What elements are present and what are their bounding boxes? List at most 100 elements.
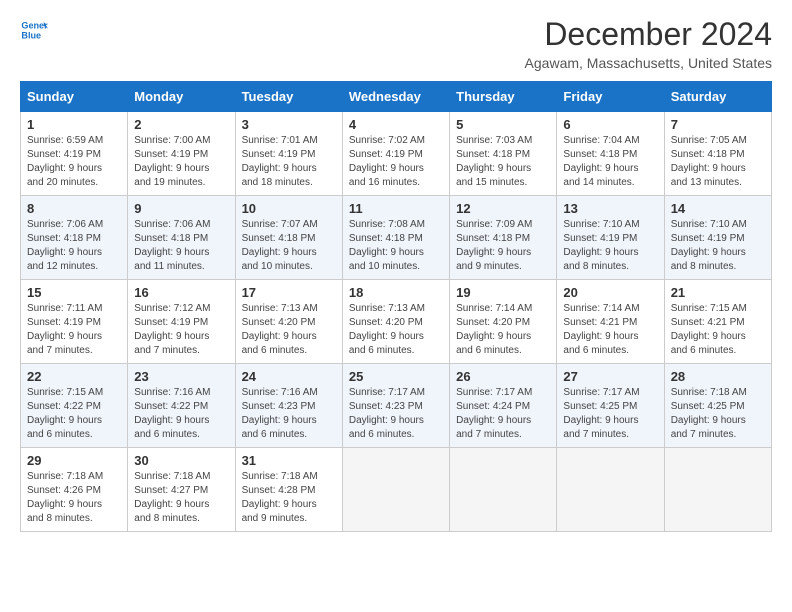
day-number: 30 xyxy=(134,453,228,468)
calendar-cell: 29 Sunrise: 7:18 AMSunset: 4:26 PMDayligh… xyxy=(21,448,128,532)
calendar-cell xyxy=(557,448,664,532)
day-info: Sunrise: 7:18 AMSunset: 4:27 PMDaylight:… xyxy=(134,470,228,526)
calendar-table: SundayMondayTuesdayWednesdayThursdayFrid… xyxy=(20,81,772,532)
day-number: 28 xyxy=(671,369,765,384)
day-number: 9 xyxy=(134,201,228,216)
calendar-cell xyxy=(342,448,449,532)
day-number: 16 xyxy=(134,285,228,300)
calendar-cell: 4 Sunrise: 7:02 AMSunset: 4:19 PMDaylight… xyxy=(342,112,449,196)
day-info: Sunrise: 6:59 AMSunset: 4:19 PMDaylight:… xyxy=(27,134,121,190)
day-number: 10 xyxy=(242,201,336,216)
day-info: Sunrise: 7:11 AMSunset: 4:19 PMDaylight:… xyxy=(27,302,121,358)
page-subtitle: Agawam, Massachusetts, United States xyxy=(525,55,772,71)
calendar-cell: 30 Sunrise: 7:18 AMSunset: 4:27 PMDayligh… xyxy=(128,448,235,532)
weekday-header-thursday: Thursday xyxy=(450,82,557,112)
day-info: Sunrise: 7:06 AMSunset: 4:18 PMDaylight:… xyxy=(134,218,228,274)
calendar-cell: 25 Sunrise: 7:17 AMSunset: 4:23 PMDayligh… xyxy=(342,364,449,448)
calendar-week-row: 15 Sunrise: 7:11 AMSunset: 4:19 PMDayligh… xyxy=(21,280,772,364)
calendar-cell: 1Sunrise: 6:59 AMSunset: 4:19 PMDaylight… xyxy=(21,112,128,196)
page-title: December 2024 xyxy=(525,16,772,53)
day-number: 15 xyxy=(27,285,121,300)
calendar-week-row: 8 Sunrise: 7:06 AMSunset: 4:18 PMDaylight… xyxy=(21,196,772,280)
day-info: Sunrise: 7:16 AMSunset: 4:22 PMDaylight:… xyxy=(134,386,228,442)
day-number: 25 xyxy=(349,369,443,384)
calendar-cell: 3 Sunrise: 7:01 AMSunset: 4:19 PMDaylight… xyxy=(235,112,342,196)
calendar-cell: 13Sunrise: 7:10 AMSunset: 4:19 PMDayligh… xyxy=(557,196,664,280)
day-number: 8 xyxy=(27,201,121,216)
day-info: Sunrise: 7:01 AMSunset: 4:19 PMDaylight:… xyxy=(242,134,336,190)
day-info: Sunrise: 7:12 AMSunset: 4:19 PMDaylight:… xyxy=(134,302,228,358)
calendar-cell: 9 Sunrise: 7:06 AMSunset: 4:18 PMDaylight… xyxy=(128,196,235,280)
calendar-cell: 23Sunrise: 7:16 AMSunset: 4:22 PMDayligh… xyxy=(128,364,235,448)
calendar-cell: 17 Sunrise: 7:13 AMSunset: 4:20 PMDayligh… xyxy=(235,280,342,364)
day-number: 2 xyxy=(134,117,228,132)
calendar-cell: 16 Sunrise: 7:12 AMSunset: 4:19 PMDayligh… xyxy=(128,280,235,364)
day-info: Sunrise: 7:17 AMSunset: 4:23 PMDaylight:… xyxy=(349,386,443,442)
weekday-header-friday: Friday xyxy=(557,82,664,112)
calendar-cell: 6 Sunrise: 7:04 AMSunset: 4:18 PMDaylight… xyxy=(557,112,664,196)
svg-text:Blue: Blue xyxy=(21,30,41,40)
calendar-week-row: 22 Sunrise: 7:15 AMSunset: 4:22 PMDayligh… xyxy=(21,364,772,448)
day-number: 6 xyxy=(563,117,657,132)
day-info: Sunrise: 7:13 AMSunset: 4:20 PMDaylight:… xyxy=(242,302,336,358)
day-info: Sunrise: 7:05 AMSunset: 4:18 PMDaylight:… xyxy=(671,134,765,190)
day-number: 4 xyxy=(349,117,443,132)
day-info: Sunrise: 7:03 AMSunset: 4:18 PMDaylight:… xyxy=(456,134,550,190)
day-number: 19 xyxy=(456,285,550,300)
day-number: 12 xyxy=(456,201,550,216)
calendar-cell: 20 Sunrise: 7:14 AMSunset: 4:21 PMDayligh… xyxy=(557,280,664,364)
day-number: 17 xyxy=(242,285,336,300)
calendar-cell: 27 Sunrise: 7:17 AMSunset: 4:25 PMDayligh… xyxy=(557,364,664,448)
day-info: Sunrise: 7:18 AMSunset: 4:28 PMDaylight:… xyxy=(242,470,336,526)
weekday-header-monday: Monday xyxy=(128,82,235,112)
day-number: 27 xyxy=(563,369,657,384)
calendar-cell: 14 Sunrise: 7:10 AMSunset: 4:19 PMDayligh… xyxy=(664,196,771,280)
day-number: 24 xyxy=(242,369,336,384)
calendar-cell: 2Sunrise: 7:00 AMSunset: 4:19 PMDaylight… xyxy=(128,112,235,196)
calendar-cell: 22 Sunrise: 7:15 AMSunset: 4:22 PMDayligh… xyxy=(21,364,128,448)
page-header: General Blue December 2024 Agawam, Massa… xyxy=(20,16,772,71)
day-number: 11 xyxy=(349,201,443,216)
day-info: Sunrise: 7:07 AMSunset: 4:18 PMDaylight:… xyxy=(242,218,336,274)
calendar-week-row: 29 Sunrise: 7:18 AMSunset: 4:26 PMDayligh… xyxy=(21,448,772,532)
calendar-cell: 7Sunrise: 7:05 AMSunset: 4:18 PMDaylight… xyxy=(664,112,771,196)
calendar-cell xyxy=(664,448,771,532)
day-info: Sunrise: 7:14 AMSunset: 4:21 PMDaylight:… xyxy=(563,302,657,358)
day-info: Sunrise: 7:15 AMSunset: 4:21 PMDaylight:… xyxy=(671,302,765,358)
day-info: Sunrise: 7:17 AMSunset: 4:25 PMDaylight:… xyxy=(563,386,657,442)
day-info: Sunrise: 7:02 AMSunset: 4:19 PMDaylight:… xyxy=(349,134,443,190)
calendar-cell: 26Sunrise: 7:17 AMSunset: 4:24 PMDayligh… xyxy=(450,364,557,448)
day-number: 22 xyxy=(27,369,121,384)
day-number: 3 xyxy=(242,117,336,132)
day-number: 21 xyxy=(671,285,765,300)
calendar-cell: 24Sunrise: 7:16 AMSunset: 4:23 PMDayligh… xyxy=(235,364,342,448)
day-info: Sunrise: 7:09 AMSunset: 4:18 PMDaylight:… xyxy=(456,218,550,274)
calendar-cell: 8 Sunrise: 7:06 AMSunset: 4:18 PMDaylight… xyxy=(21,196,128,280)
calendar-cell xyxy=(450,448,557,532)
calendar-cell: 31Sunrise: 7:18 AMSunset: 4:28 PMDayligh… xyxy=(235,448,342,532)
calendar-cell: 12 Sunrise: 7:09 AMSunset: 4:18 PMDayligh… xyxy=(450,196,557,280)
day-info: Sunrise: 7:14 AMSunset: 4:20 PMDaylight:… xyxy=(456,302,550,358)
calendar-cell: 15 Sunrise: 7:11 AMSunset: 4:19 PMDayligh… xyxy=(21,280,128,364)
weekday-header-wednesday: Wednesday xyxy=(342,82,449,112)
day-info: Sunrise: 7:10 AMSunset: 4:19 PMDaylight:… xyxy=(563,218,657,274)
calendar-week-row: 1Sunrise: 6:59 AMSunset: 4:19 PMDaylight… xyxy=(21,112,772,196)
weekday-header-sunday: Sunday xyxy=(21,82,128,112)
day-number: 29 xyxy=(27,453,121,468)
day-info: Sunrise: 7:10 AMSunset: 4:19 PMDaylight:… xyxy=(671,218,765,274)
day-info: Sunrise: 7:13 AMSunset: 4:20 PMDaylight:… xyxy=(349,302,443,358)
calendar-cell: 19 Sunrise: 7:14 AMSunset: 4:20 PMDayligh… xyxy=(450,280,557,364)
title-block: December 2024 Agawam, Massachusetts, Uni… xyxy=(525,16,772,71)
calendar-cell: 11 Sunrise: 7:08 AMSunset: 4:18 PMDayligh… xyxy=(342,196,449,280)
day-number: 14 xyxy=(671,201,765,216)
day-info: Sunrise: 7:18 AMSunset: 4:25 PMDaylight:… xyxy=(671,386,765,442)
day-number: 20 xyxy=(563,285,657,300)
day-info: Sunrise: 7:08 AMSunset: 4:18 PMDaylight:… xyxy=(349,218,443,274)
day-info: Sunrise: 7:18 AMSunset: 4:26 PMDaylight:… xyxy=(27,470,121,526)
logo-icon: General Blue xyxy=(20,16,48,44)
day-number: 26 xyxy=(456,369,550,384)
day-info: Sunrise: 7:04 AMSunset: 4:18 PMDaylight:… xyxy=(563,134,657,190)
day-info: Sunrise: 7:06 AMSunset: 4:18 PMDaylight:… xyxy=(27,218,121,274)
day-number: 18 xyxy=(349,285,443,300)
day-info: Sunrise: 7:15 AMSunset: 4:22 PMDaylight:… xyxy=(27,386,121,442)
